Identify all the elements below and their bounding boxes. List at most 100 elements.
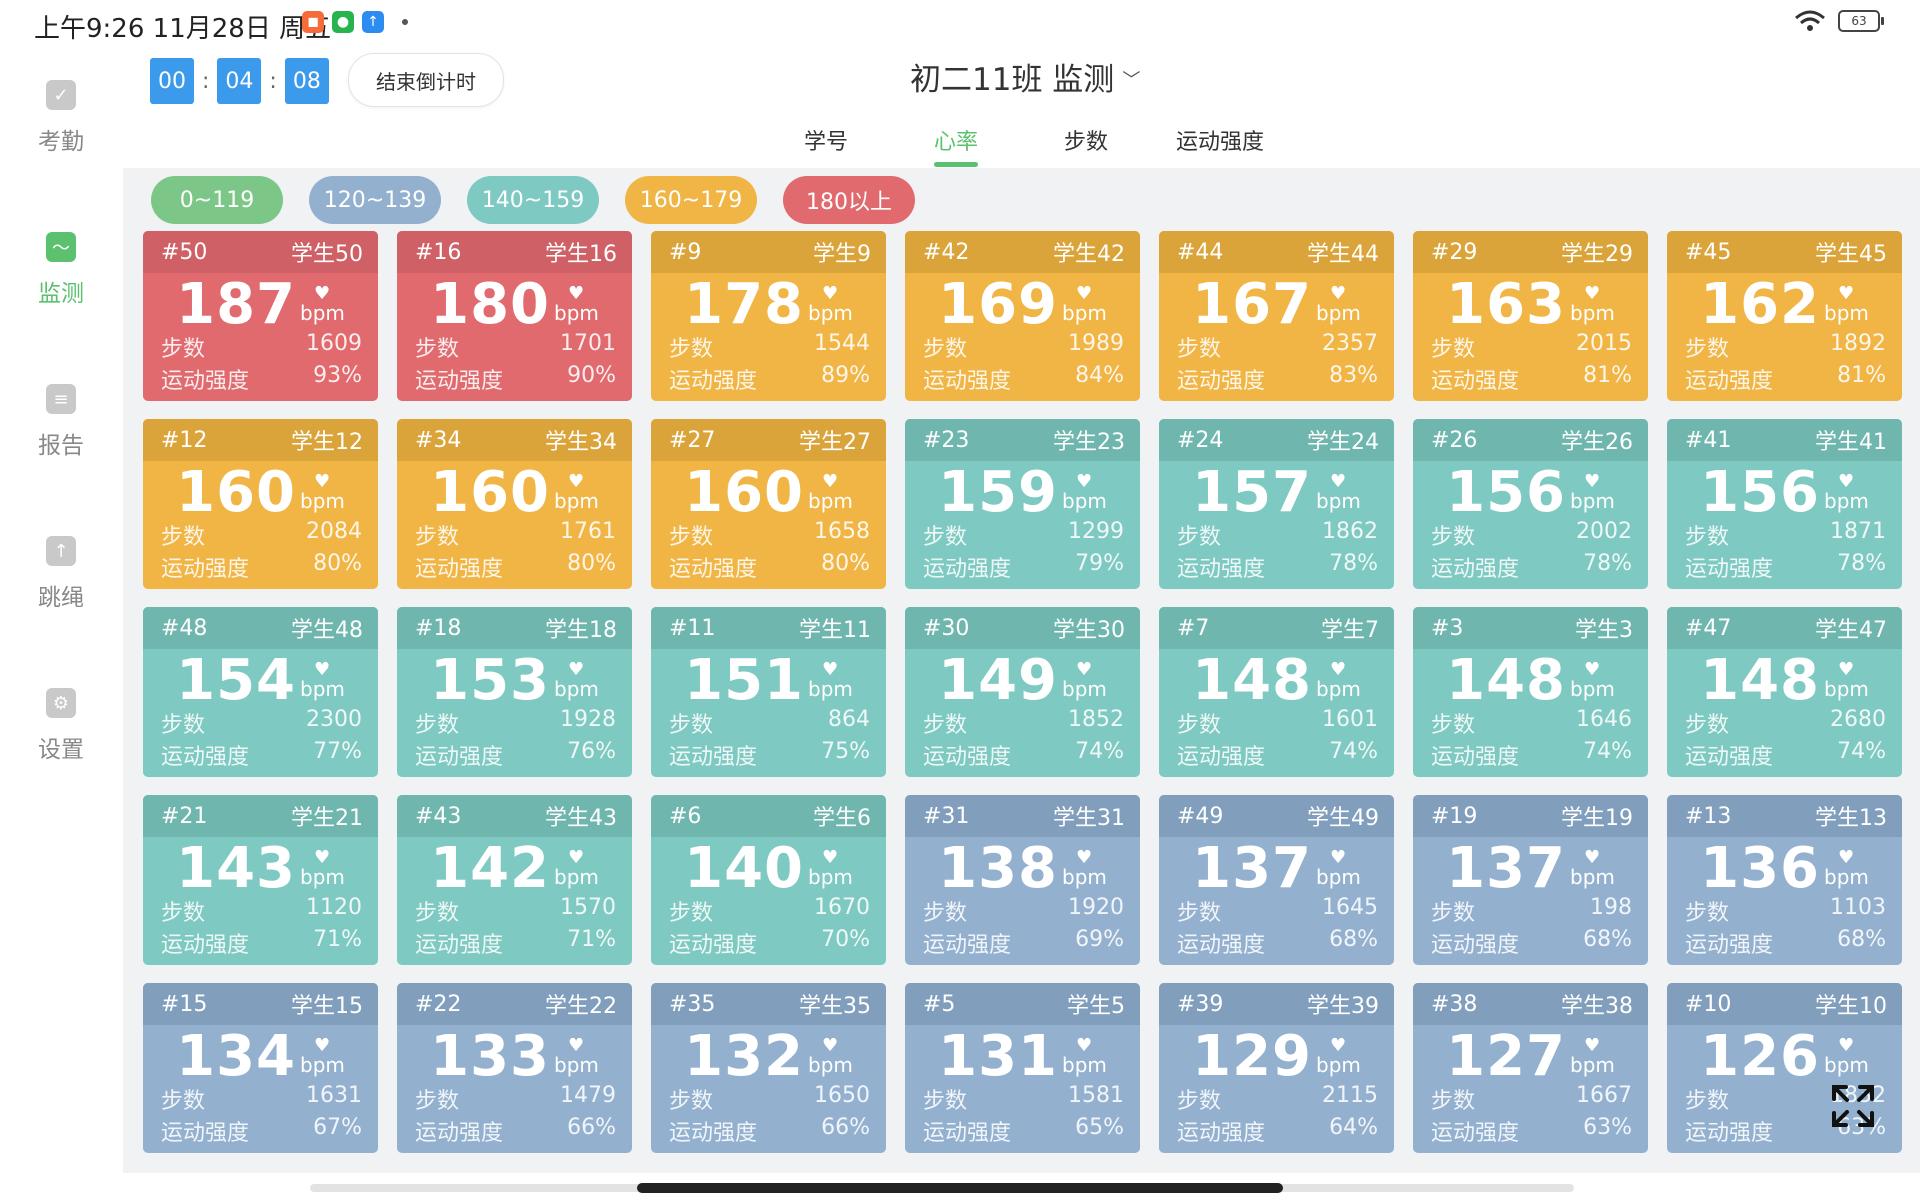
bpm-unit: ♥ bpm (1062, 1035, 1107, 1077)
intensity-value: 70% (821, 927, 870, 952)
steps-value: 1601 (1322, 707, 1378, 732)
bpm-unit: ♥ bpm (1570, 847, 1615, 889)
heart-rate-display: 137 ♥ bpm (1413, 839, 1648, 899)
student-card[interactable]: #48 学生48 154 ♥ bpm 步数 2300 运动强度 77% (143, 607, 378, 777)
bpm-label: bpm (1062, 865, 1107, 889)
intensity-row: 运动强度 79% (923, 551, 1124, 583)
bpm-unit: ♥ bpm (554, 471, 599, 513)
heart-rate-value: 163 (1446, 272, 1567, 337)
intensity-value: 71% (567, 927, 616, 952)
student-name: 学生15 (291, 994, 363, 1019)
intensity-label: 运动强度 (161, 933, 250, 958)
student-card[interactable]: #41 学生41 156 ♥ bpm 步数 1871 运动强度 78% (1667, 419, 1902, 589)
student-number: #43 (415, 803, 462, 829)
student-card[interactable]: #19 学生19 137 ♥ bpm 步数 198 运动强度 68% (1413, 795, 1648, 965)
student-card[interactable]: #5 学生5 131 ♥ bpm 步数 1581 运动强度 65% (905, 983, 1140, 1153)
student-card[interactable]: #29 学生29 163 ♥ bpm 步数 2015 运动强度 81% (1413, 231, 1648, 401)
student-card[interactable]: #39 学生39 129 ♥ bpm 步数 2115 运动强度 64% (1159, 983, 1394, 1153)
student-card[interactable]: #21 学生21 143 ♥ bpm 步数 1120 运动强度 71% (143, 795, 378, 965)
card-header: #43 学生43 (397, 795, 632, 837)
student-card[interactable]: #34 学生34 160 ♥ bpm 步数 1761 运动强度 80% (397, 419, 632, 589)
intensity-row: 运动强度 89% (669, 363, 870, 395)
intensity-row: 运动强度 81% (1685, 363, 1886, 395)
steps-label: 步数 (1431, 337, 1476, 362)
student-card[interactable]: #45 学生45 162 ♥ bpm 步数 1892 运动强度 81% (1667, 231, 1902, 401)
steps-label: 步数 (923, 901, 968, 926)
student-card[interactable]: #49 学生49 137 ♥ bpm 步数 1645 运动强度 68% (1159, 795, 1394, 965)
intensity-row: 运动强度 66% (415, 1115, 616, 1147)
intensity-value: 75% (821, 739, 870, 764)
card-header: #18 学生18 (397, 607, 632, 649)
student-card[interactable]: #18 学生18 153 ♥ bpm 步数 1928 运动强度 76% (397, 607, 632, 777)
timer-separator: : (269, 68, 277, 94)
intensity-value: 90% (567, 363, 616, 388)
tab-student-number[interactable]: 学号 (804, 124, 848, 156)
student-card[interactable]: #3 学生3 148 ♥ bpm 步数 1646 运动强度 74% (1413, 607, 1648, 777)
heart-rate-display: 153 ♥ bpm (397, 651, 632, 711)
student-card[interactable]: #15 学生15 134 ♥ bpm 步数 1631 运动强度 67% (143, 983, 378, 1153)
fullscreen-icon[interactable] (1830, 1083, 1876, 1129)
intensity-value: 68% (1837, 927, 1886, 952)
card-header: #29 学生29 (1413, 231, 1648, 273)
student-card[interactable]: #7 学生7 148 ♥ bpm 步数 1601 运动强度 74% (1159, 607, 1394, 777)
student-card[interactable]: #9 学生9 178 ♥ bpm 步数 1544 运动强度 89% (651, 231, 886, 401)
intensity-label: 运动强度 (415, 745, 504, 770)
student-card[interactable]: #13 学生13 136 ♥ bpm 步数 1103 运动强度 68% (1667, 795, 1902, 965)
heart-rate-display: 142 ♥ bpm (397, 839, 632, 899)
steps-label: 步数 (415, 1089, 460, 1114)
sidebar-item-report[interactable]: ≡ 报告 (0, 384, 122, 460)
end-countdown-button[interactable]: 结束倒计时 (348, 53, 504, 107)
student-card[interactable]: #35 学生35 132 ♥ bpm 步数 1650 运动强度 66% (651, 983, 886, 1153)
heart-rate-display: 160 ♥ bpm (397, 463, 632, 523)
student-card[interactable]: #24 学生24 157 ♥ bpm 步数 1862 运动强度 78% (1159, 419, 1394, 589)
student-card[interactable]: #23 学生23 159 ♥ bpm 步数 1299 运动强度 79% (905, 419, 1140, 589)
student-card[interactable]: #16 学生16 180 ♥ bpm 步数 1701 运动强度 90% (397, 231, 632, 401)
intensity-label: 运动强度 (923, 1121, 1012, 1146)
student-card[interactable]: #30 学生30 149 ♥ bpm 步数 1852 运动强度 74% (905, 607, 1140, 777)
student-card[interactable]: #43 学生43 142 ♥ bpm 步数 1570 运动强度 71% (397, 795, 632, 965)
intensity-row: 运动强度 76% (415, 739, 616, 771)
heart-rate-display: 169 ♥ bpm (905, 275, 1140, 335)
student-card[interactable]: #47 学生47 148 ♥ bpm 步数 2680 运动强度 74% (1667, 607, 1902, 777)
heart-rate-value: 154 (176, 648, 297, 713)
sidebar-item-monitor[interactable]: 〜 监测 (0, 232, 122, 308)
student-card[interactable]: #12 学生12 160 ♥ bpm 步数 2084 运动强度 80% (143, 419, 378, 589)
timer-separator: : (202, 68, 210, 94)
sidebar-item-label: 跳绳 (38, 585, 84, 611)
tab-steps[interactable]: 步数 (1064, 124, 1108, 156)
heart-rate-display: 178 ♥ bpm (651, 275, 886, 335)
heart-rate-display: 148 ♥ bpm (1413, 651, 1648, 711)
bpm-unit: ♥ bpm (1316, 1035, 1361, 1077)
student-card[interactable]: #6 学生6 140 ♥ bpm 步数 1670 运动强度 70% (651, 795, 886, 965)
student-card[interactable]: #38 学生38 127 ♥ bpm 步数 1667 运动强度 63% (1413, 983, 1648, 1153)
heart-icon: ♥ (1076, 1035, 1093, 1056)
intensity-row: 运动强度 63% (1431, 1115, 1632, 1147)
sidebar-item-attendance[interactable]: ✓ 考勤 (0, 80, 122, 156)
report-icon: ≡ (46, 384, 76, 414)
class-selector[interactable]: 初二11班 监测 ﹀ (910, 54, 1140, 99)
tab-intensity[interactable]: 运动强度 (1176, 124, 1264, 156)
student-card[interactable]: #11 学生11 151 ♥ bpm 步数 864 运动强度 75% (651, 607, 886, 777)
heart-rate-display: 132 ♥ bpm (651, 1027, 886, 1087)
steps-row: 步数 1920 (923, 895, 1124, 927)
student-name: 学生16 (545, 242, 617, 267)
bpm-unit: ♥ bpm (1824, 1035, 1869, 1077)
student-card[interactable]: #31 学生31 138 ♥ bpm 步数 1920 运动强度 69% (905, 795, 1140, 965)
heart-icon: ♥ (568, 283, 585, 304)
intensity-label: 运动强度 (923, 557, 1012, 582)
student-card[interactable]: #44 学生44 167 ♥ bpm 步数 2357 运动强度 83% (1159, 231, 1394, 401)
student-card[interactable]: #50 学生50 187 ♥ bpm 步数 1609 运动强度 93% (143, 231, 378, 401)
sidebar-item-settings[interactable]: ⚙ 设置 (0, 688, 122, 764)
tab-heart-rate[interactable]: 心率 (934, 124, 978, 156)
bpm-unit: ♥ bpm (1824, 847, 1869, 889)
sidebar-item-jump-rope[interactable]: ↑ 跳绳 (0, 536, 122, 612)
monitor-icon: 〜 (46, 232, 76, 262)
heart-rate-value: 133 (430, 1024, 551, 1089)
student-card[interactable]: #22 学生22 133 ♥ bpm 步数 1479 运动强度 66% (397, 983, 632, 1153)
student-card[interactable]: #26 学生26 156 ♥ bpm 步数 2002 运动强度 78% (1413, 419, 1648, 589)
home-indicator-bar[interactable] (637, 1183, 1283, 1193)
student-card[interactable]: #27 学生27 160 ♥ bpm 步数 1658 运动强度 80% (651, 419, 886, 589)
bpm-unit: ♥ bpm (808, 847, 853, 889)
heart-icon: ♥ (314, 1035, 331, 1056)
student-card[interactable]: #42 学生42 169 ♥ bpm 步数 1989 运动强度 84% (905, 231, 1140, 401)
